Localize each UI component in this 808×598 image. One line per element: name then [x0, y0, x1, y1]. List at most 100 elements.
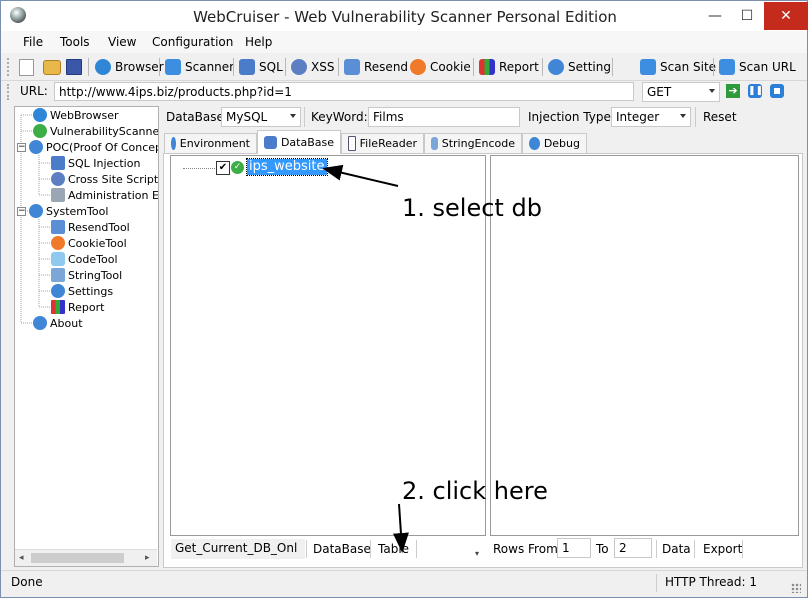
- tab-environment[interactable]: Environment: [164, 133, 257, 153]
- method-select[interactable]: GET: [642, 82, 720, 102]
- action-select[interactable]: Get_Current_DB_Onl: [171, 539, 305, 559]
- menu-configuration[interactable]: Configuration: [152, 35, 233, 49]
- tree-item-stringtool[interactable]: StringTool: [51, 267, 122, 283]
- toolbar-grip: [7, 84, 12, 100]
- tree-label: About: [50, 316, 83, 330]
- tree-item-report[interactable]: Report: [51, 299, 104, 315]
- tab-debug[interactable]: Debug: [522, 133, 587, 153]
- url-bar: URL: http://www.4ips.biz/products.php?id…: [1, 81, 807, 103]
- ie-browser-icon: [33, 108, 47, 122]
- database-value: MySQL: [226, 110, 268, 124]
- db-checkbox[interactable]: ✔: [216, 161, 230, 175]
- tree-item-systemtool[interactable]: − SystemTool: [17, 203, 108, 219]
- tree-item-settings[interactable]: Settings: [51, 283, 113, 299]
- maximize-button[interactable]: ☐: [733, 5, 761, 27]
- stop-icon[interactable]: [770, 84, 784, 98]
- tree-item-resendtool[interactable]: ResendTool: [51, 219, 130, 235]
- scan-site-icon: [640, 59, 656, 75]
- xss-button[interactable]: XSS: [291, 59, 334, 75]
- tree-label: SystemTool: [46, 204, 109, 218]
- tree-label: POC(Proof Of Concept): [46, 140, 159, 154]
- toolbar-separator: [233, 58, 234, 76]
- tab-filereader[interactable]: FileReader: [341, 133, 424, 153]
- minimize-button[interactable]: —: [701, 5, 729, 27]
- report-button[interactable]: Report: [479, 59, 539, 75]
- open-folder-icon[interactable]: [43, 60, 61, 75]
- scroll-left-icon[interactable]: ◂: [19, 553, 24, 563]
- tab-stringencode[interactable]: StringEncode: [424, 133, 522, 153]
- setting-button[interactable]: Setting: [548, 59, 611, 75]
- tree-item-vulnerabilityscanner[interactable]: VulnerabilityScanner: [33, 123, 158, 139]
- cookie-button[interactable]: Cookie: [410, 59, 471, 75]
- rows-from-input[interactable]: 1: [557, 538, 591, 558]
- tree-horizontal-scrollbar[interactable]: ◂ ▸: [15, 549, 157, 566]
- database-label: DataBase:: [166, 110, 228, 124]
- tree-item-about[interactable]: About: [33, 315, 83, 331]
- keyword-input[interactable]: Films: [368, 107, 520, 127]
- tree-label: SQL Injection: [68, 156, 141, 170]
- resend-button[interactable]: Resend: [344, 59, 408, 75]
- scanner-label: Scanner: [185, 60, 235, 74]
- save-icon[interactable]: [66, 59, 82, 75]
- tree-item-sql-injection[interactable]: SQL Injection: [51, 155, 140, 171]
- cookie-icon: [51, 236, 65, 250]
- divider: [306, 540, 307, 558]
- collapse-icon[interactable]: −: [17, 206, 26, 216]
- scroll-right-icon[interactable]: ▸: [145, 553, 150, 563]
- new-file-icon[interactable]: [19, 59, 34, 76]
- tab-label: Environment: [179, 137, 250, 150]
- tree-item-admin-entrance[interactable]: Administration Entrance: [51, 187, 158, 203]
- string-tool-icon: [51, 268, 65, 282]
- check-icon: [33, 124, 47, 138]
- tree-item-codetool[interactable]: CodeTool: [51, 251, 118, 267]
- pause-icon[interactable]: ❚❚: [748, 84, 763, 98]
- tab-database[interactable]: DataBase: [257, 130, 341, 154]
- divider: [370, 540, 371, 558]
- scanner-icon: [165, 59, 181, 75]
- collapse-icon[interactable]: −: [17, 142, 26, 152]
- tree-item-cookietool[interactable]: CookieTool: [51, 235, 127, 251]
- info-icon: [171, 137, 176, 150]
- ie-browser-icon: [95, 59, 111, 75]
- menu-bar: File Tools View Configuration Help: [1, 31, 807, 53]
- cookie-label: Cookie: [430, 60, 471, 74]
- tree-item-webbrowser[interactable]: WebBrowser: [33, 107, 119, 123]
- to-input[interactable]: 2: [614, 538, 652, 558]
- go-arrow-icon[interactable]: ➔: [726, 84, 740, 98]
- browser-button[interactable]: Browser: [95, 59, 164, 75]
- to-label: To: [596, 542, 609, 556]
- scan-site-label: Scan Site: [660, 60, 717, 74]
- menu-help[interactable]: Help: [245, 35, 272, 49]
- tree-label: Cross Site Scripting: [68, 172, 159, 186]
- scanner-button[interactable]: Scanner: [165, 59, 234, 75]
- database-button[interactable]: DataBase: [313, 542, 371, 556]
- db-node-ips-website[interactable]: ips_website: [246, 158, 328, 176]
- scroll-thumb[interactable]: [31, 553, 124, 563]
- export-button[interactable]: Export: [703, 542, 742, 556]
- sql-button[interactable]: SQL: [239, 59, 283, 75]
- resend-icon: [344, 59, 360, 75]
- overflow-chevron-icon[interactable]: ▾: [475, 549, 479, 558]
- scan-site-button[interactable]: Scan Site: [640, 59, 716, 75]
- menu-file[interactable]: File: [23, 35, 43, 49]
- navigation-tree: WebBrowser VulnerabilityScanner − POC(Pr…: [14, 106, 159, 567]
- gear-icon: [529, 137, 540, 150]
- table-button[interactable]: Table: [378, 542, 409, 556]
- toolbar-separator: [159, 58, 160, 76]
- scan-url-button[interactable]: Scan URL: [719, 59, 796, 75]
- close-button[interactable]: ✕: [764, 2, 808, 30]
- gear-icon: [51, 284, 65, 298]
- injection-type-select[interactable]: Integer: [611, 107, 691, 127]
- resize-grip-icon[interactable]: [791, 583, 801, 593]
- menu-view[interactable]: View: [108, 35, 136, 49]
- database-select[interactable]: MySQL: [221, 107, 301, 127]
- menu-tools[interactable]: Tools: [60, 35, 90, 49]
- tab-label: Debug: [543, 137, 580, 150]
- url-input[interactable]: http://www.4ips.biz/products.php?id=1: [54, 82, 634, 101]
- keyword-label: KeyWord:: [311, 110, 368, 124]
- reset-button[interactable]: Reset: [703, 110, 737, 124]
- puzzle-icon: [431, 137, 438, 150]
- tree-item-poc[interactable]: − POC(Proof Of Concept): [17, 139, 159, 155]
- tree-item-xss[interactable]: Cross Site Scripting: [51, 171, 159, 187]
- data-button[interactable]: Data: [662, 542, 691, 556]
